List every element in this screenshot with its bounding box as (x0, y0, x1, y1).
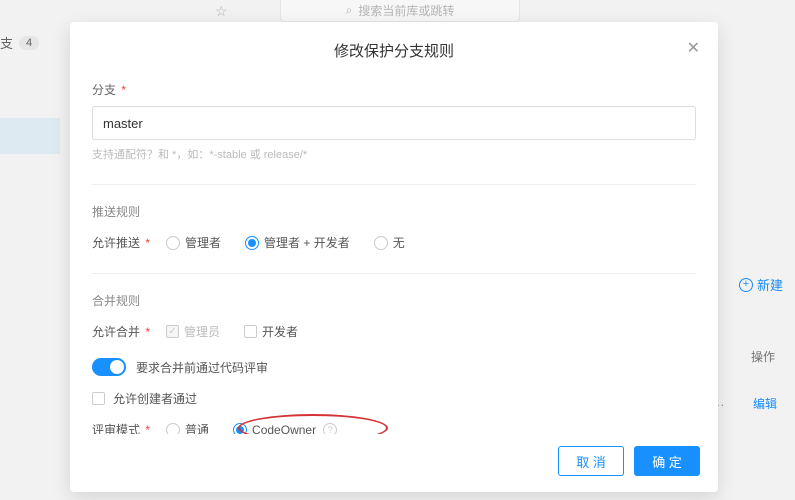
radio-icon (233, 423, 247, 435)
radio-icon (166, 423, 180, 435)
checkbox-merge-admin[interactable]: 管理员 (166, 323, 220, 340)
allow-creator-label: 允许创建者通过 (113, 390, 197, 407)
require-review-label: 要求合并前通过代码评审 (136, 359, 268, 376)
checkbox-icon (166, 325, 179, 338)
radio-label: 管理者 + 开发者 (264, 234, 350, 251)
cancel-button[interactable]: 取 消 (558, 446, 624, 476)
required-asterisk: * (121, 83, 126, 97)
radio-label: 无 (393, 234, 405, 251)
help-icon[interactable]: ? (323, 423, 337, 435)
required-asterisk: * (145, 423, 150, 434)
allow-merge-label: 允许合并 (92, 325, 140, 339)
required-asterisk: * (145, 236, 150, 250)
radio-label: CodeOwner (252, 423, 316, 435)
close-icon[interactable]: ✕ (687, 38, 700, 58)
require-review-toggle[interactable] (92, 358, 126, 376)
radio-label: 管理者 (185, 234, 221, 251)
radio-icon (166, 236, 180, 250)
modal-title: 修改保护分支规则 (334, 43, 454, 60)
allow-push-label: 允许推送 (92, 236, 140, 250)
merge-rules-title: 合并规则 (92, 292, 696, 309)
radio-label: 普通 (185, 421, 209, 434)
checkbox-label: 管理员 (184, 323, 220, 340)
push-rules-title: 推送规则 (92, 203, 696, 220)
checkbox-label: 开发者 (262, 323, 298, 340)
radio-mode-normal[interactable]: 普通 (166, 421, 209, 434)
radio-icon (245, 236, 259, 250)
checkbox-merge-dev[interactable]: 开发者 (244, 323, 298, 340)
required-asterisk: * (145, 325, 150, 339)
radio-push-none[interactable]: 无 (374, 234, 405, 251)
radio-push-admin[interactable]: 管理者 (166, 234, 221, 251)
radio-push-admin-dev[interactable]: 管理者 + 开发者 (245, 234, 350, 251)
radio-mode-codeowner[interactable]: CodeOwner ? (233, 423, 337, 435)
checkbox-icon (244, 325, 257, 338)
radio-icon (374, 236, 388, 250)
allow-creator-checkbox[interactable] (92, 392, 105, 405)
branch-input[interactable] (92, 106, 696, 140)
branch-label: 分支 (92, 83, 116, 97)
ok-button[interactable]: 确 定 (634, 446, 700, 476)
modal-edit-branch-rule: 修改保护分支规则 ✕ 分支 * 支持通配符？和 *，如：*-stable 或 r… (70, 22, 718, 492)
review-mode-label: 评审模式 (92, 423, 140, 434)
branch-hint: 支持通配符？和 *，如：*-stable 或 release/* (92, 146, 696, 162)
